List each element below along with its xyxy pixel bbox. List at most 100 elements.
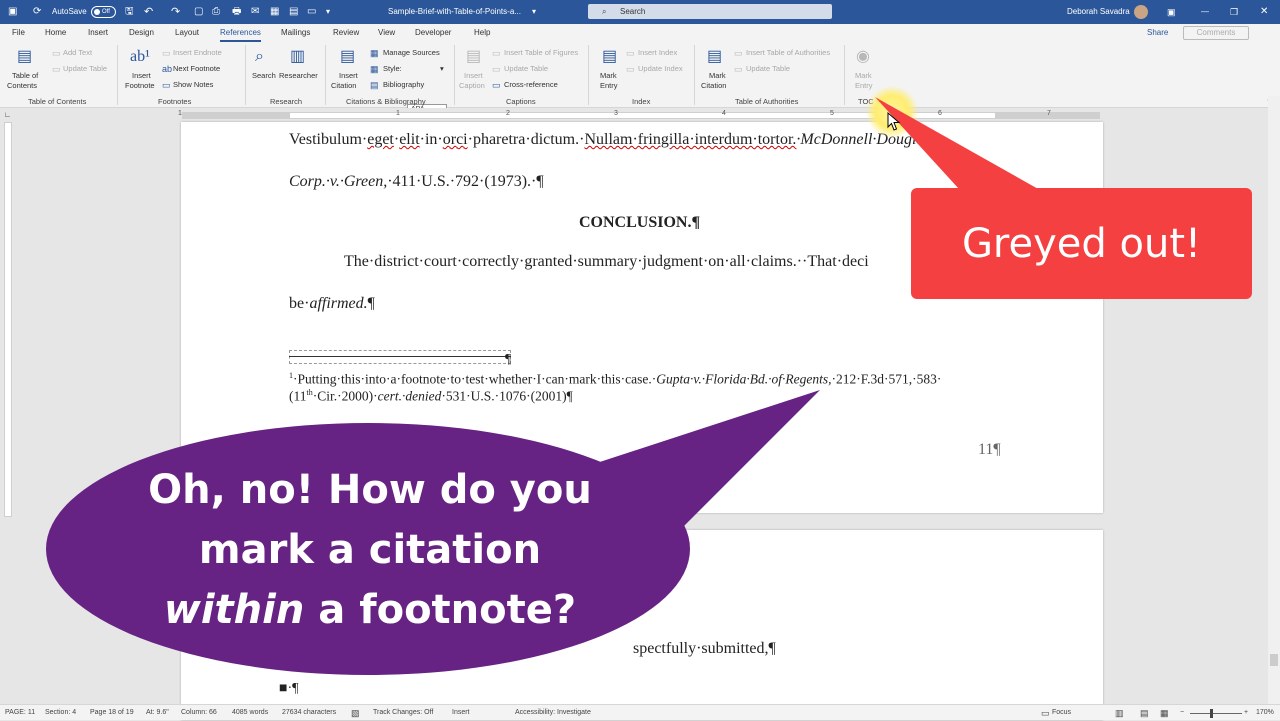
tab-help[interactable]: Help: [474, 24, 490, 42]
researcher-button[interactable]: Researcher: [279, 71, 318, 80]
title-dropdown-icon[interactable]: ▾: [532, 0, 536, 24]
tab-insert[interactable]: Insert: [88, 24, 108, 42]
focus-button[interactable]: Focus: [1052, 705, 1071, 721]
mark-citation-label1[interactable]: Mark: [709, 71, 726, 80]
web-layout-icon[interactable]: ▦: [1160, 705, 1169, 721]
toc-button-label1[interactable]: Table of: [12, 71, 38, 80]
tab-developer[interactable]: Developer: [415, 24, 451, 42]
update-index-button[interactable]: Update Index: [638, 64, 683, 73]
print-preview-icon[interactable]: ⎙: [212, 0, 220, 24]
insert-citation-label2[interactable]: Citation: [331, 81, 356, 90]
status-at[interactable]: At: 9.6": [146, 705, 169, 721]
insert-footnote-label1[interactable]: Insert: [132, 71, 151, 80]
toc-button-label2[interactable]: Contents: [7, 81, 37, 90]
zoom-out-icon[interactable]: −: [1180, 705, 1184, 721]
research-search-button[interactable]: Search: [252, 71, 276, 80]
redo-icon[interactable]: ↷: [171, 0, 180, 24]
update-table-button[interactable]: Update Table: [63, 64, 107, 73]
tab-selector-icon[interactable]: ∟: [4, 110, 11, 119]
bibliography-button[interactable]: Bibliography: [383, 80, 424, 89]
purple-callout-text: Oh, no! How do you mark a citation withi…: [90, 460, 650, 640]
show-notes-button[interactable]: Show Notes: [173, 80, 213, 89]
page2-bullet[interactable]: ■·¶: [279, 681, 298, 697]
status-page-of[interactable]: Page 18 of 19: [90, 705, 134, 721]
insert-citation-label1[interactable]: Insert: [339, 71, 358, 80]
body-line-4[interactable]: be·affirmed.¶: [289, 295, 375, 313]
zoom-level[interactable]: 170%: [1256, 705, 1274, 721]
customize-qat-icon[interactable]: ▾: [326, 0, 330, 24]
tab-references[interactable]: References: [220, 24, 261, 42]
save-as-icon[interactable]: ▦: [270, 0, 279, 24]
print-icon[interactable]: 🖶: [232, 0, 241, 24]
restore-icon[interactable]: ❐: [1230, 0, 1238, 24]
folder-icon[interactable]: ▭: [307, 0, 316, 24]
status-column[interactable]: Column: 66: [181, 705, 217, 721]
zoom-slider[interactable]: [1190, 713, 1242, 714]
insert-caption-label2[interactable]: Caption: [459, 81, 485, 90]
search-box[interactable]: ⌕ Search: [588, 4, 832, 19]
undo-icon[interactable]: ↶: [144, 0, 153, 24]
mark-citation-label2[interactable]: Citation: [701, 81, 726, 90]
zoom-slider-thumb[interactable]: [1210, 709, 1213, 718]
tab-mailings[interactable]: Mailings: [281, 24, 310, 42]
print-layout-icon[interactable]: ▤: [1140, 705, 1149, 721]
save-icon[interactable]: 🖫: [125, 0, 134, 24]
close-icon[interactable]: ✕: [1260, 0, 1268, 24]
cross-reference-button[interactable]: Cross-reference: [504, 80, 558, 89]
status-characters[interactable]: 27634 characters: [282, 705, 336, 721]
status-accessibility[interactable]: Accessibility: Investigate: [515, 705, 591, 721]
comments-button[interactable]: Comments: [1183, 26, 1249, 40]
open-icon[interactable]: ▤: [289, 0, 298, 24]
insert-footnote-label2[interactable]: Footnote: [125, 81, 155, 90]
share-button[interactable]: Share: [1135, 26, 1177, 40]
insert-table-of-authorities-button[interactable]: Insert Table of Authorities: [746, 48, 830, 57]
body-line-1[interactable]: Vestibulum·eget·elit·in·orci·pharetra·di…: [289, 131, 935, 149]
insert-table-of-figures-button[interactable]: Insert Table of Figures: [504, 48, 578, 57]
autosave-toggle[interactable]: Off: [91, 6, 116, 18]
next-footnote-button[interactable]: Next Footnote: [173, 64, 220, 73]
mark-entry-label1[interactable]: Mark: [600, 71, 617, 80]
user-name[interactable]: Deborah Savadra: [1067, 0, 1130, 24]
add-text-icon: ▭: [52, 48, 61, 58]
tab-layout[interactable]: Layout: [175, 24, 199, 42]
add-text-button[interactable]: Add Text: [63, 48, 92, 57]
tab-view[interactable]: View: [378, 24, 395, 42]
tab-review[interactable]: Review: [333, 24, 359, 42]
focus-icon[interactable]: ▭: [1041, 705, 1050, 721]
insert-endnote-button[interactable]: Insert Endnote: [173, 48, 222, 57]
tab-home[interactable]: Home: [45, 24, 66, 42]
vertical-scrollbar[interactable]: [1268, 96, 1280, 706]
footnote-separator-box: [289, 350, 511, 364]
insert-caption-label1[interactable]: Insert: [464, 71, 483, 80]
toc-mark-entry-label1[interactable]: Mark: [855, 71, 872, 80]
ribbon-display-options-icon[interactable]: ▣: [1167, 0, 1176, 24]
status-words[interactable]: 4085 words: [232, 705, 268, 721]
update-toa-icon: ▭: [734, 64, 743, 74]
email-icon[interactable]: ✉: [251, 0, 259, 24]
tab-file[interactable]: File: [12, 24, 25, 42]
ribbon-separator: [117, 45, 118, 105]
minimize-icon[interactable]: —: [1201, 0, 1209, 24]
manage-sources-button[interactable]: Manage Sources: [383, 48, 440, 57]
status-insert-mode[interactable]: Insert: [452, 705, 470, 721]
zoom-in-icon[interactable]: +: [1244, 705, 1248, 721]
table-of-contents-icon: ▤: [17, 48, 33, 65]
body-line-2[interactable]: Corp.·v.·Green,·411·U.S.·792·(1973).·¶: [289, 173, 544, 191]
captions-update-table-button[interactable]: Update Table: [504, 64, 548, 73]
toa-update-table-button[interactable]: Update Table: [746, 64, 790, 73]
mark-entry-label2[interactable]: Entry: [600, 81, 618, 90]
scrollbar-thumb[interactable]: [1270, 654, 1278, 666]
new-document-icon[interactable]: ▢: [194, 0, 203, 24]
status-section[interactable]: Section: 4: [45, 705, 76, 721]
style-dropdown-icon[interactable]: ▾: [440, 64, 444, 73]
tab-design[interactable]: Design: [129, 24, 154, 42]
toc-mark-entry-label2[interactable]: Entry: [855, 81, 873, 90]
avatar[interactable]: [1134, 5, 1148, 19]
insert-index-button[interactable]: Insert Index: [638, 48, 677, 57]
conclusion-heading[interactable]: CONCLUSION.¶: [579, 214, 700, 232]
read-mode-icon[interactable]: ▥: [1115, 705, 1124, 721]
proofing-icon[interactable]: ▧: [351, 705, 360, 721]
status-track-changes[interactable]: Track Changes: Off: [373, 705, 433, 721]
body-line-3[interactable]: The·district·court·correctly·granted·sum…: [344, 253, 869, 271]
status-page[interactable]: PAGE: 11: [5, 705, 35, 721]
